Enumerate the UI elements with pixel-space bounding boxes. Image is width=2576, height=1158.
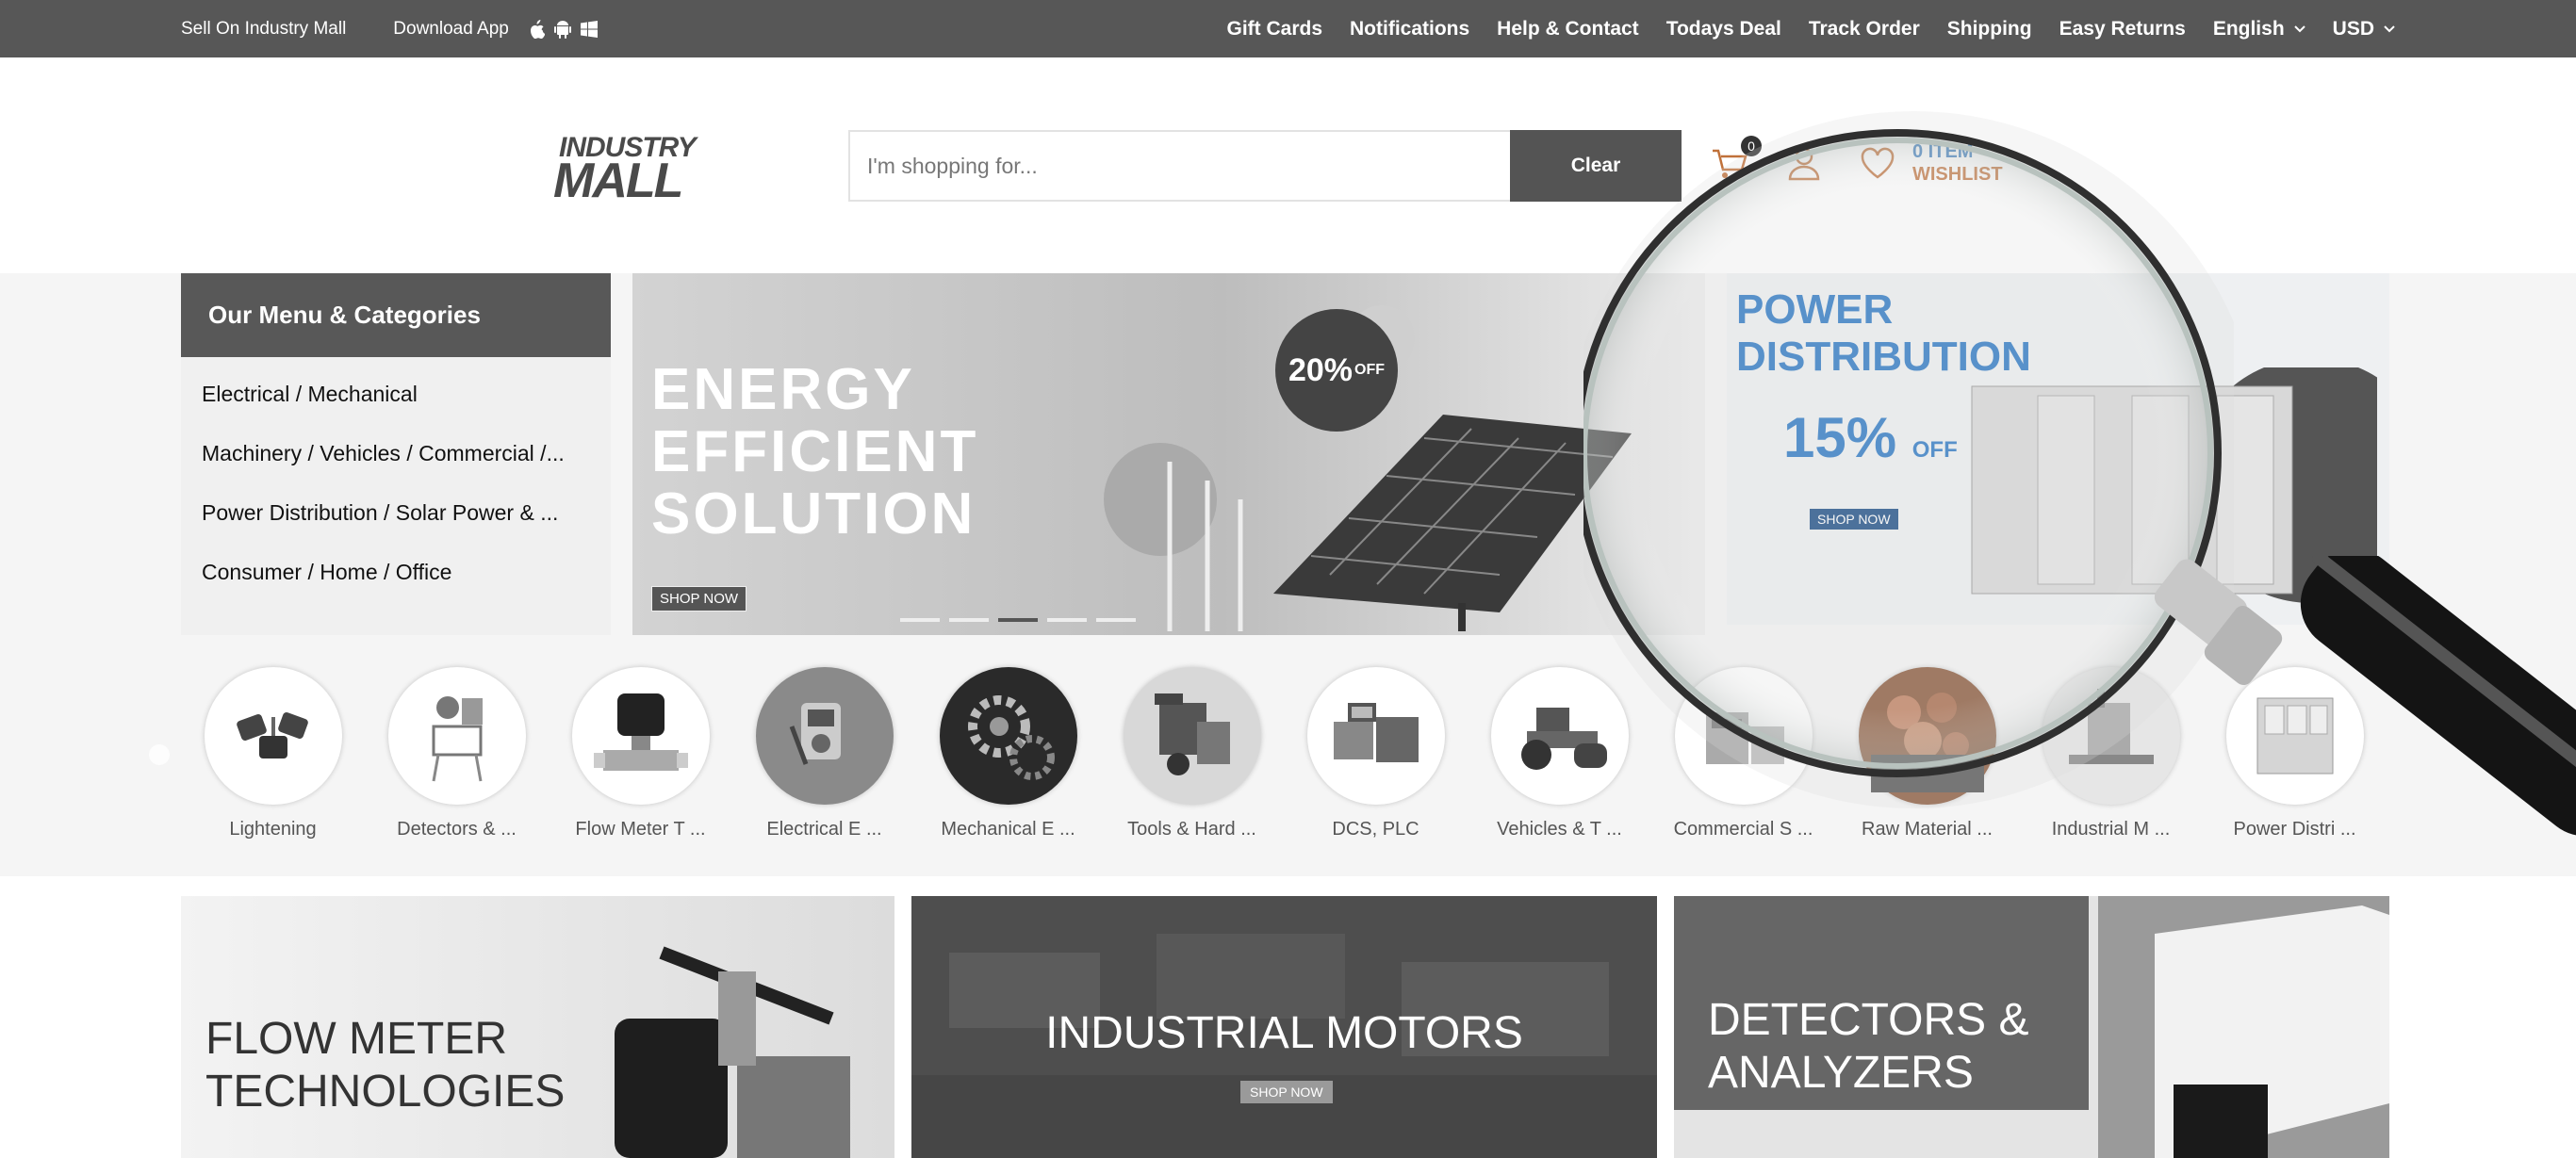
category-carousel: Lightening Detectors & ... Flow Meter T … <box>181 667 2387 846</box>
carousel-dot[interactable] <box>900 618 940 622</box>
banner-line2: EFFICIENT <box>651 419 979 484</box>
android-icon[interactable] <box>553 20 571 39</box>
discount-suffix: OFF <box>1354 362 1386 378</box>
plc-icon <box>1306 667 1445 805</box>
tile1-line2: TECHNOLOGIES <box>205 1067 566 1117</box>
user-icon[interactable] <box>1786 145 1822 181</box>
windows-icon[interactable] <box>580 20 598 38</box>
motors-shop-button[interactable]: SHOP NOW <box>1240 1081 1333 1103</box>
category-detectors[interactable]: Detectors & ... <box>365 667 549 846</box>
wishlist-label: WISHLIST <box>1912 164 2003 185</box>
search-input[interactable] <box>848 130 1510 202</box>
category-label: Electrical E ... <box>766 819 882 840</box>
cart-count-badge: 0 <box>1741 136 1762 156</box>
category-dcs-plc[interactable]: DCS, PLC <box>1284 667 1468 846</box>
gear-icon <box>939 667 1077 805</box>
commercial-equipment-icon <box>1674 667 1813 805</box>
sell-on-link[interactable]: Sell On Industry Mall <box>181 19 346 40</box>
category-electrical[interactable]: Electrical E ... <box>732 667 916 846</box>
category-label: Mechanical E ... <box>941 819 1075 840</box>
carousel-dots <box>900 618 1145 622</box>
category-mechanical[interactable]: Mechanical E ... <box>916 667 1100 846</box>
banner-line3: SOLUTION <box>651 481 976 546</box>
promo-discount-suffix: OFF <box>1911 437 1958 463</box>
lightening-icon <box>204 667 342 805</box>
language-value: English <box>2212 17 2285 40</box>
carousel-dot-active[interactable] <box>998 618 1038 622</box>
category-label: DCS, PLC <box>1332 819 1419 840</box>
tile3-line2: ANALYZERS <box>1708 1048 1974 1098</box>
wishlist-link[interactable]: 0 ITEM WISHLIST <box>1912 140 2003 186</box>
tools-icon <box>1123 667 1261 805</box>
category-label: Commercial S ... <box>1673 819 1813 840</box>
carousel-dot[interactable] <box>1047 618 1087 622</box>
menu-item-electrical[interactable]: Electrical / Mechanical <box>181 365 611 424</box>
categories-prev-button[interactable] <box>149 744 170 765</box>
category-menu: Our Menu & Categories Electrical / Mecha… <box>181 273 611 635</box>
apple-icon[interactable] <box>528 19 545 39</box>
electrical-equipment-icon <box>755 667 894 805</box>
language-select[interactable]: English <box>2213 18 2305 41</box>
tile2-title: INDUSTRIAL MOTORS <box>1045 1008 1523 1058</box>
header-icons: 0 0 ITEM WISHLIST <box>1711 121 2003 205</box>
promo-line1: POWER <box>1736 286 1894 333</box>
search-bar: Clear <box>848 130 1682 202</box>
detector-icon <box>387 667 526 805</box>
cart-button[interactable]: 0 <box>1711 136 1762 181</box>
solar-panel-image <box>1104 415 1632 631</box>
menu-item-consumer[interactable]: Consumer / Home / Office <box>181 543 611 602</box>
currency-select[interactable]: USD <box>2333 18 2395 41</box>
category-raw-material[interactable]: Raw Material ... <box>1835 667 2019 846</box>
menu-item-power[interactable]: Power Distribution / Solar Power & ... <box>181 483 611 543</box>
track-order-link[interactable]: Track Order <box>1809 18 1920 41</box>
industrial-motors-tile[interactable]: INDUSTRIAL MOTORS SHOP NOW <box>911 896 1657 1158</box>
promo-discount: 15% OFF <box>1783 405 1958 470</box>
carousel-dot[interactable] <box>1096 618 1136 622</box>
category-label: Vehicles & T ... <box>1497 819 1622 840</box>
road-roller-icon <box>1490 667 1629 805</box>
hero-banner[interactable]: ENERGY EFFICIENT SOLUTION 20% OFF SHOP N… <box>632 273 1705 635</box>
category-label: Flow Meter T ... <box>575 819 706 840</box>
menu-title: Our Menu & Categories <box>181 273 611 357</box>
tile3-line1: DETECTORS & <box>1708 995 2029 1045</box>
raw-material-icon <box>1858 667 1996 805</box>
promo-discount-value: 15% <box>1783 406 1897 469</box>
chevron-down-icon <box>2293 24 2305 33</box>
category-label: Raw Material ... <box>1862 819 1993 840</box>
flow-meter-icon <box>571 667 710 805</box>
category-label: Lightening <box>229 819 317 840</box>
discount-value: 20% <box>1288 351 1354 388</box>
clear-button[interactable]: Clear <box>1510 130 1682 202</box>
category-vehicles[interactable]: Vehicles & T ... <box>1468 667 1651 846</box>
chevron-down-icon <box>2384 24 2395 33</box>
gift-cards-link[interactable]: Gift Cards <box>1226 18 1322 41</box>
menu-item-machinery[interactable]: Machinery / Vehicles / Commercial /... <box>181 424 611 483</box>
category-lightening[interactable]: Lightening <box>181 667 365 846</box>
easy-returns-link[interactable]: Easy Returns <box>2059 18 2186 41</box>
promo-shop-button[interactable]: SHOP NOW <box>1810 509 1898 530</box>
flow-meter-tile[interactable]: FLOW METER TECHNOLOGIES <box>181 896 894 1158</box>
category-flow-meter[interactable]: Flow Meter T ... <box>549 667 732 846</box>
wishlist-count: 0 ITEM <box>1912 141 1974 162</box>
banner-shop-button[interactable]: SHOP NOW <box>651 586 747 612</box>
notifications-link[interactable]: Notifications <box>1350 18 1469 41</box>
logo-line2: MALL <box>553 154 683 208</box>
help-contact-link[interactable]: Help & Contact <box>1497 18 1639 41</box>
category-commercial[interactable]: Commercial S ... <box>1651 667 1835 846</box>
category-label: Tools & Hard ... <box>1127 819 1256 840</box>
heart-icon[interactable] <box>1860 147 1895 179</box>
valve-actuator-image <box>615 946 850 1158</box>
category-label: Detectors & ... <box>397 819 517 840</box>
top-bar: Sell On Industry Mall Download App Gift … <box>0 0 2576 57</box>
category-tools[interactable]: Tools & Hard ... <box>1100 667 1284 846</box>
shipping-link[interactable]: Shipping <box>1947 18 2032 41</box>
banner-line1: ENERGY <box>651 357 915 422</box>
todays-deal-link[interactable]: Todays Deal <box>1666 18 1781 41</box>
currency-value: USD <box>2332 17 2374 40</box>
site-logo[interactable]: INDUSTRY MALL <box>551 130 704 208</box>
download-app-label: Download App <box>393 18 509 39</box>
carousel-dot[interactable] <box>949 618 989 622</box>
tile1-line1: FLOW METER <box>205 1014 507 1064</box>
magnifier-handle <box>2154 556 2576 837</box>
